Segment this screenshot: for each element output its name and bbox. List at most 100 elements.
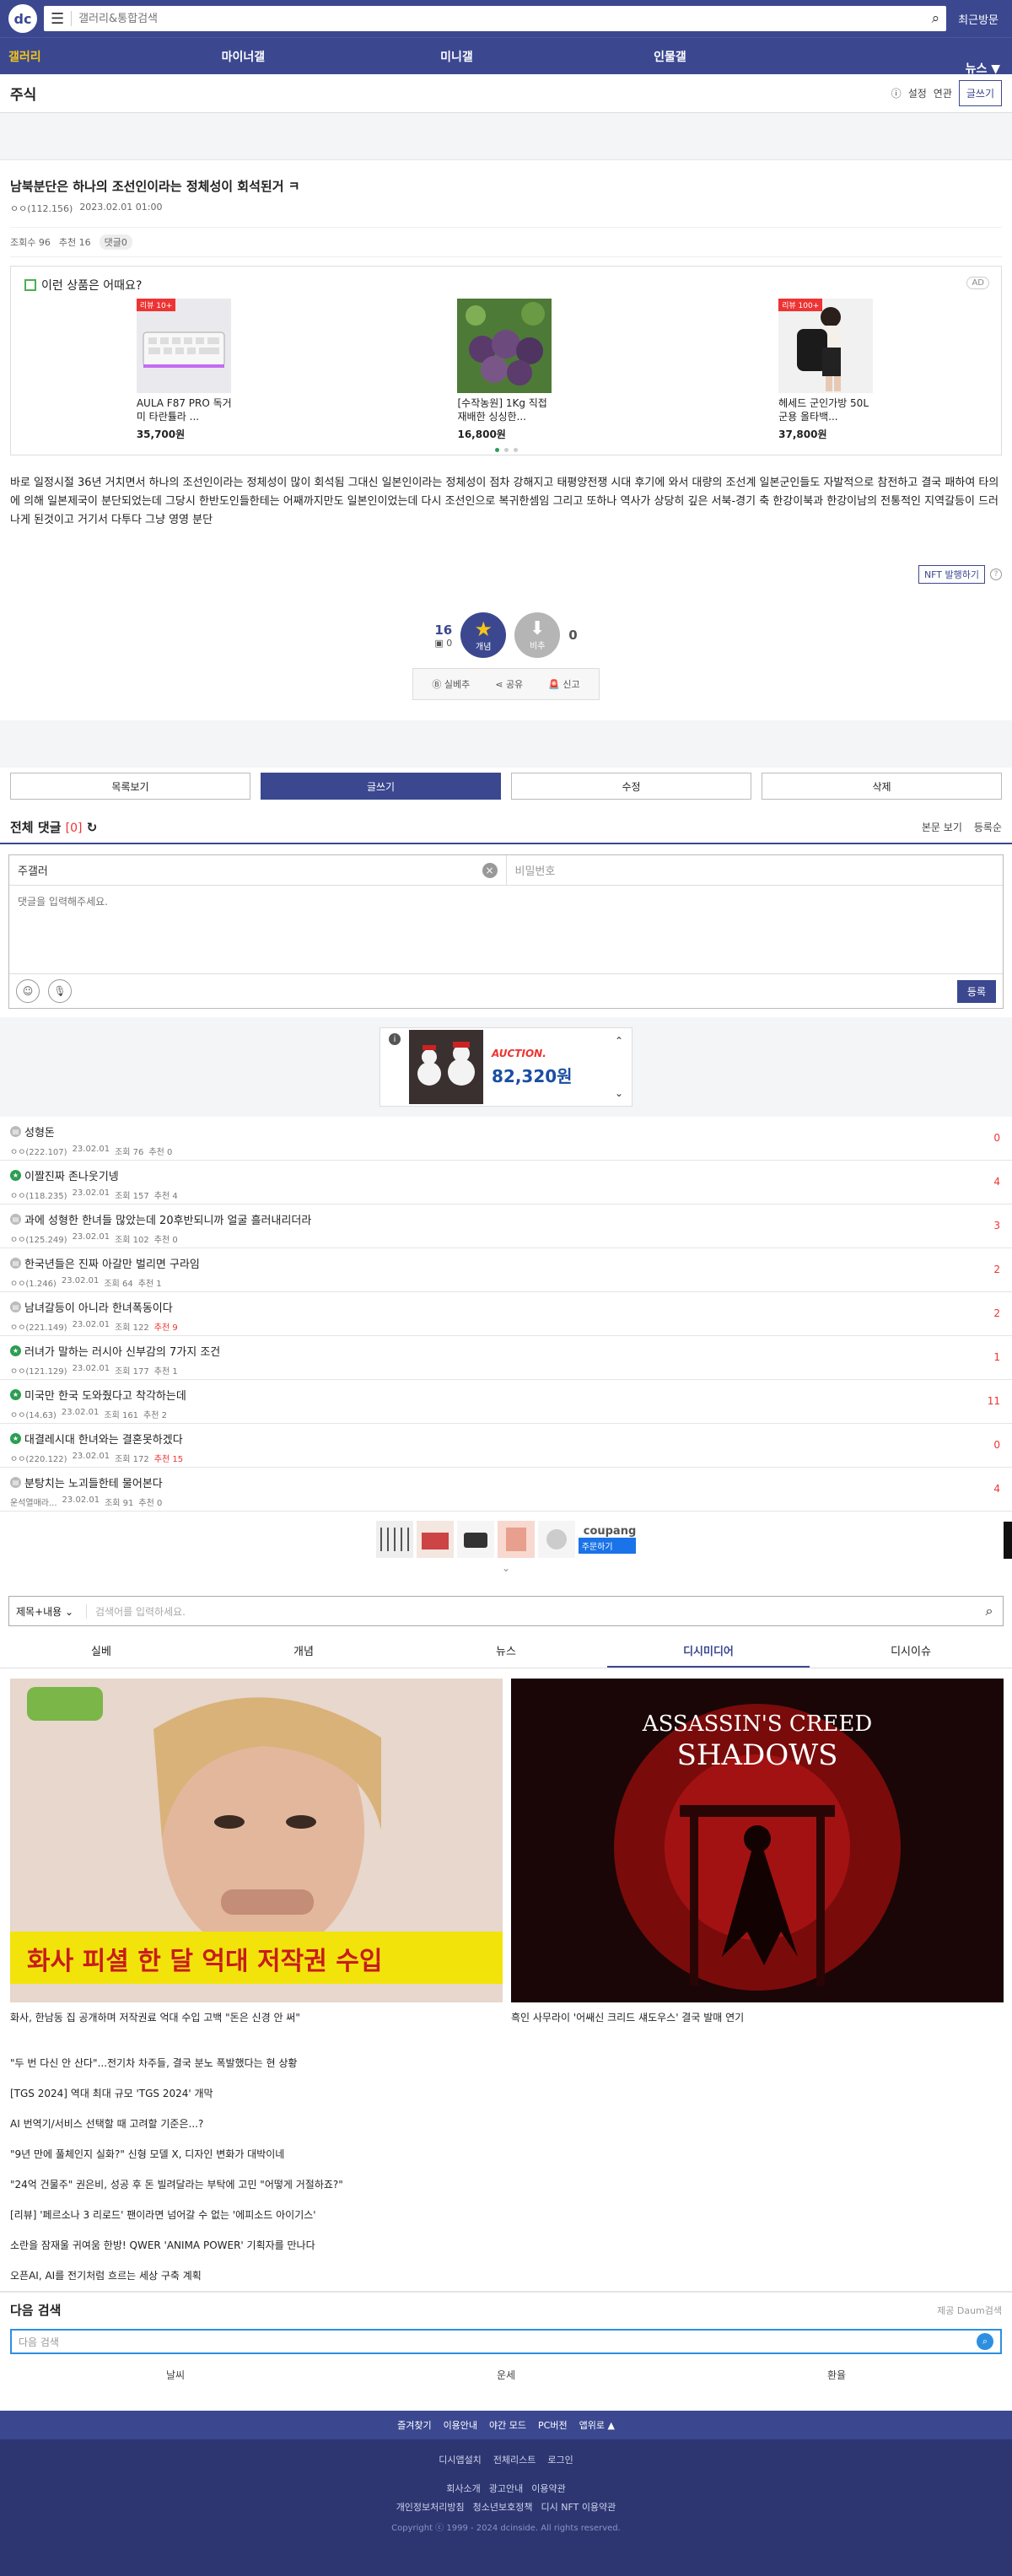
chevron-up-icon[interactable]: ⌃ [615,1035,623,1047]
comment-name-field[interactable]: 주갤러 × [9,855,506,885]
post-comment-count[interactable]: 댓글0 [99,234,132,250]
tab-news[interactable]: 뉴스 [405,1636,607,1668]
write-button[interactable]: 글쓰기 [958,80,1002,106]
media-thumbnail[interactable]: 화사 피셜 한 달 억대 저작권 수입 [10,1679,503,2002]
media-caption[interactable]: 흑인 사무라이 '어쌔신 크리드 섀도우스' 결국 발매 연기 [511,2011,1004,2024]
media-thumbnail[interactable]: ASSASSIN'S CREED SHADOWS [511,1679,1004,2002]
sort-select[interactable]: 등록순 [974,820,1002,834]
ad-badge[interactable]: AD [966,277,989,289]
media-card[interactable]: ASSASSIN'S CREED SHADOWS 흑인 사무라이 '어쌔신 크리… [511,1679,1004,2024]
coupang-ad[interactable]: coupang 주문하기 [0,1517,1012,1562]
footer-to-top[interactable]: 앱위로 ▲ [579,2418,615,2432]
media-caption[interactable]: 화사, 한남동 집 공개하며 저작권료 억대 수입 고백 "돈은 신경 안 써" [10,2011,503,2024]
list-item[interactable]: ▤ 과에 성형한 한녀들 많았는데 20후반되니까 얼굴 흘러내리더라 ㅇㅇ(125… [0,1204,1012,1248]
news-item[interactable]: "24억 건물주" 권은비, 성공 후 돈 빌려달라는 부탁에 고민 "어떻게 … [10,2169,1002,2200]
nav-gallery[interactable]: 갤러리 [0,48,137,65]
product-name[interactable]: [수작농원] 1Kg 직접 재배한 싱싱한... [457,396,554,423]
refresh-icon[interactable]: ↻ [87,820,98,835]
dc-logo[interactable]: dc [8,4,37,33]
news-item[interactable]: [TGS 2024] 역대 최대 규모 'TGS 2024' 개막 [10,2078,1002,2109]
list-item[interactable]: ★ 미국만 한국 도와줬다고 착각하는데 ㅇㅇ(14.63) 23.02.01 조회 1… [0,1380,1012,1424]
upvote-button[interactable]: ★ 개념 [460,612,507,658]
footer-night-mode[interactable]: 야간 모드 [489,2418,526,2432]
footer-youth-policy[interactable]: 청소년보호정책 [473,2500,533,2514]
search-icon[interactable]: ⌕ [977,2333,993,2350]
comment-submit-button[interactable]: 등록 [956,979,996,1003]
list-item-title[interactable]: 성형돈 [24,1124,55,1140]
list-item[interactable]: ▤ 남녀갈등이 아니라 한녀폭동이다 ㅇㅇ(221.149) 23.02.01 조회 1… [0,1292,1012,1336]
best-recommend-button[interactable]: Ⓑ 실베추 [432,677,470,691]
footer-login[interactable]: 로그인 [547,2453,573,2466]
related-button[interactable]: 연관 [934,86,952,100]
view-body-button[interactable]: 본문 보기 [922,820,962,834]
comment-textarea[interactable] [9,886,1003,970]
auction-ad[interactable]: i AUCTION. 82,320원 ⌃ ⌄ [380,1027,632,1107]
gallery-title[interactable]: 주식 [10,83,891,104]
search-icon[interactable]: ⌕ [932,10,940,27]
list-button[interactable]: 목록보기 [10,773,250,800]
nav-minor[interactable]: 마이너갤 [137,48,350,65]
menu-icon[interactable]: ☰ [51,10,64,28]
list-item-title[interactable]: 과에 성형한 한녀들 많았는데 20후반되니까 얼굴 흘러내리더라 [24,1211,311,1227]
product-name[interactable]: 헤세드 군인가방 50L 군용 올타백... [778,396,875,423]
list-item[interactable]: ★ 대결레시대 한녀와는 결혼못하겠다 ㅇㅇ(220.122) 23.02.01 조회 … [0,1424,1012,1468]
downvote-button[interactable]: ⬇ 비추 [514,612,561,658]
footer-pc-version[interactable]: PC버전 [538,2418,568,2432]
ad-product[interactable]: 리뷰 10+ AULA F87 PRO 독거미 타란튤라 ... 35,700원 [136,299,234,441]
report-button[interactable]: 🚨 신고 [548,677,579,691]
news-item[interactable]: AI 번역기/서비스 선택할 때 고려할 기준은...? [10,2109,1002,2139]
news-item[interactable]: "두 번 다신 안 산다"...전기차 차주들, 결국 분노 폭발했다는 현 상… [10,2048,1002,2078]
chevron-down-icon[interactable]: ⌄ [0,1562,1012,1574]
delete-button[interactable]: 삭제 [762,773,1002,800]
product-image-backpack[interactable]: 리뷰 100+ [778,299,874,393]
ad-product[interactable]: 리뷰 100+ 헤세드 군인가방 50L 군용 올타백... 37,800원 [778,299,875,441]
write-post-button[interactable]: 글쓰기 [261,773,501,800]
nft-button[interactable]: NFT 발행하기 [918,565,985,584]
chevron-down-icon[interactable]: ⌄ [615,1087,623,1099]
list-item[interactable]: ★ 러녀가 말하는 러시아 신부감의 7가지 조건 ㅇㅇ(121.129) 23.02… [0,1336,1012,1380]
list-item-title[interactable]: 대결레시대 한녀와는 결혼못하겠다 [24,1431,183,1447]
news-item[interactable]: "9년 만에 풀체인지 실화?" 신형 모델 X, 디자인 변화가 대박이네 [10,2139,1002,2169]
keyword-fortune[interactable]: 운세 [341,2368,671,2382]
footer-ad-info[interactable]: 광고안내 [489,2482,523,2495]
side-tab[interactable] [1004,1522,1012,1559]
nav-mini[interactable]: 미니갤 [350,48,563,65]
list-item[interactable]: ▤ 성형돈 ㅇㅇ(222.107) 23.02.01 조회 76 추천 0 0 [0,1117,1012,1161]
coupang-item[interactable] [375,1521,413,1558]
tab-concept[interactable]: 개념 [202,1636,405,1668]
help-icon[interactable]: ? [990,569,1002,580]
gallery-search-input[interactable]: 검색어를 입력하세요. [87,1604,976,1619]
list-item[interactable]: ▤ 한국년들은 진짜 아갈만 벌리면 구라임 ㅇㅇ(1.246) 23.02.01 조회… [0,1248,1012,1292]
recent-visit-button[interactable]: 최근방문 [953,11,1004,27]
edit-button[interactable]: 수정 [511,773,751,800]
coupang-item[interactable] [416,1521,454,1558]
list-item[interactable]: ▤ 분탕치는 노괴들한테 물어본다 운석열매라... 23.02.01 조회 91 추천 … [0,1468,1012,1512]
footer-all-list[interactable]: 전체리스트 [493,2453,536,2466]
list-item[interactable]: ★ 이짤진짜 존나웃기넹 ㅇㅇ(118.235) 23.02.01 조회 157 추천 4… [0,1161,1012,1204]
setting-button[interactable]: 설정 [908,86,927,100]
coupang-item[interactable] [497,1521,535,1558]
footer-terms[interactable]: 이용약관 [531,2482,565,2495]
footer-app-install[interactable]: 디시앱설치 [439,2453,482,2466]
carousel-dots[interactable] [24,448,988,452]
product-image-plums[interactable] [457,299,552,393]
clear-icon[interactable]: × [482,862,498,878]
footer-company[interactable]: 회사소개 [446,2482,480,2495]
list-item-title[interactable]: 미국만 한국 도와줬다고 착각하는데 [24,1387,186,1403]
news-item[interactable]: [리뷰] '페르소나 3 리로드' 팬이라면 넘어갈 수 없는 '에피소드 아이… [10,2200,1002,2230]
keyword-exchange[interactable]: 환율 [671,2368,1002,2382]
nav-person[interactable]: 인물갤 [563,48,777,65]
coupang-item[interactable] [537,1521,575,1558]
global-search-input[interactable] [78,12,925,25]
coupang-item[interactable] [456,1521,494,1558]
news-item[interactable]: 소란을 잠재울 귀여움 한방! QWER 'ANIMA POWER' 기획자를 … [10,2230,1002,2261]
share-button[interactable]: ⋖ 공유 [495,677,523,691]
product-name[interactable]: AULA F87 PRO 독거미 타란튤라 ... [137,396,234,423]
list-item-title[interactable]: 한국년들은 진짜 아갈만 벌리면 구라임 [24,1255,200,1271]
nav-news[interactable]: 뉴스 ▼ [777,60,1012,77]
coupang-order-button[interactable]: 주문하기 [578,1538,637,1554]
search-type-select[interactable]: 제목+내용 ⌄ [9,1603,87,1619]
comment-password-field[interactable]: 비밀번호 [505,855,1004,885]
footer-guide[interactable]: 이용안내 [444,2418,477,2432]
list-item-title[interactable]: 분탕치는 노괴들한테 물어본다 [24,1474,163,1490]
